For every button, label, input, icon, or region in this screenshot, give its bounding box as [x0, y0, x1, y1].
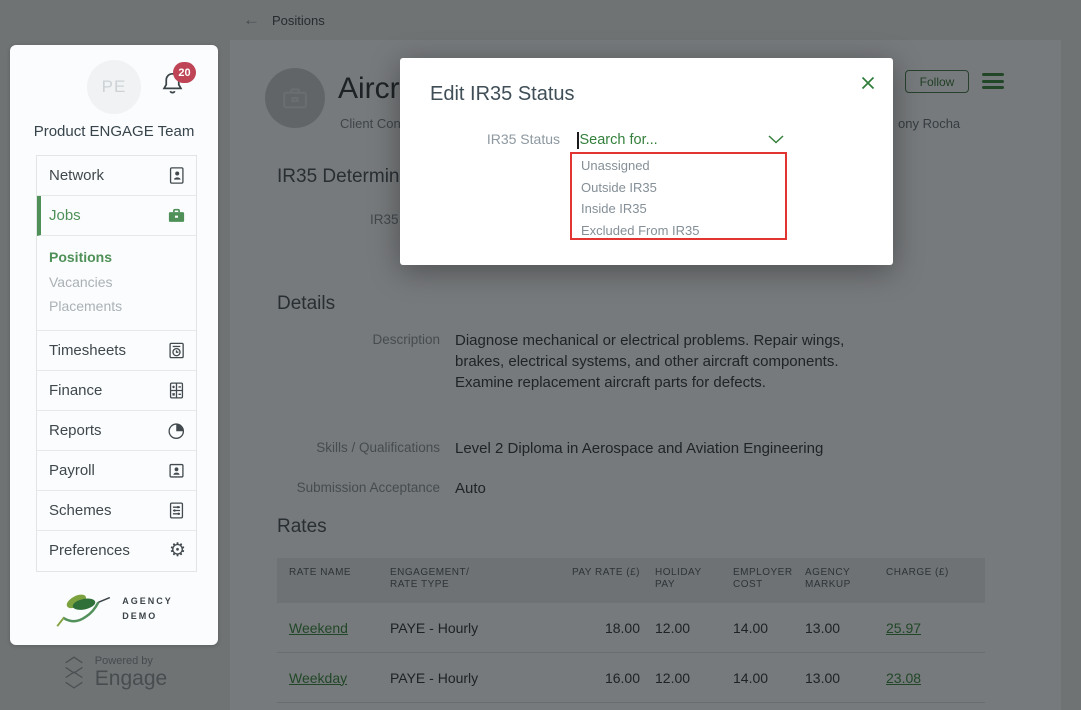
timesheet-clock-icon — [167, 341, 186, 360]
sliders-document-icon — [167, 501, 186, 520]
avatar: PE — [87, 60, 141, 114]
chevron-down-icon[interactable] — [768, 135, 784, 144]
search-input[interactable]: Search for... — [577, 128, 787, 152]
briefcase-icon — [167, 206, 186, 225]
close-icon[interactable] — [860, 75, 876, 91]
edit-ir35-status-modal: Edit IR35 Status IR35 Status Search for.… — [400, 58, 893, 265]
text-cursor — [577, 131, 579, 149]
sidebar-item-reports[interactable]: Reports — [37, 411, 196, 451]
option-excluded-from-ir35[interactable]: Excluded From IR35 — [581, 220, 785, 242]
sidebar: PE 20 Product ENGAGE Team Network Jobs P… — [10, 45, 218, 645]
jobs-subnav: Positions Vacancies Placements — [37, 236, 196, 331]
pie-chart-icon — [167, 421, 186, 440]
team-name: Product ENGAGE Team — [33, 123, 195, 140]
sidebar-item-vacancies[interactable]: Vacancies — [49, 270, 196, 295]
option-inside-ir35[interactable]: Inside IR35 — [581, 198, 785, 220]
page: ← Positions Aircra Client Confi ony Roch… — [0, 0, 1081, 710]
sidebar-item-placements[interactable]: Placements — [49, 294, 196, 319]
sidebar-nav: Network Jobs Positions Vacancies Placeme… — [36, 155, 197, 572]
sidebar-item-schemes[interactable]: Schemes — [37, 491, 196, 531]
option-unassigned[interactable]: Unassigned — [581, 155, 785, 177]
calculator-icon — [167, 381, 186, 400]
agency-demo-logo: AGENCY DEMO — [10, 587, 218, 631]
address-book-icon — [167, 166, 186, 185]
option-outside-ir35[interactable]: Outside IR35 — [581, 177, 785, 199]
sidebar-item-payroll[interactable]: Payroll — [37, 451, 196, 491]
sidebar-item-jobs[interactable]: Jobs — [37, 196, 196, 236]
hummingbird-icon — [55, 587, 113, 631]
notification-count-badge: 20 — [173, 62, 196, 83]
sidebar-item-network[interactable]: Network — [37, 156, 196, 196]
notifications-bell[interactable]: 20 — [160, 62, 204, 111]
sidebar-item-timesheets[interactable]: Timesheets — [37, 331, 196, 371]
modal-title: Edit IR35 Status — [430, 83, 575, 105]
ir35-status-field-label: IR35 Status — [486, 131, 560, 147]
search-placeholder: Search for... — [579, 132, 658, 148]
payroll-card-icon — [167, 461, 186, 480]
sidebar-item-preferences[interactable]: Preferences ⚙ — [37, 531, 196, 571]
demo-label: DEMO — [122, 610, 158, 621]
gear-icon: ⚙ — [168, 539, 186, 561]
sidebar-item-positions[interactable]: Positions — [49, 245, 196, 270]
sidebar-item-finance[interactable]: Finance — [37, 371, 196, 411]
agency-label: AGENCY — [122, 595, 173, 606]
ir35-status-dropdown: Unassigned Outside IR35 Inside IR35 Excl… — [570, 152, 787, 240]
